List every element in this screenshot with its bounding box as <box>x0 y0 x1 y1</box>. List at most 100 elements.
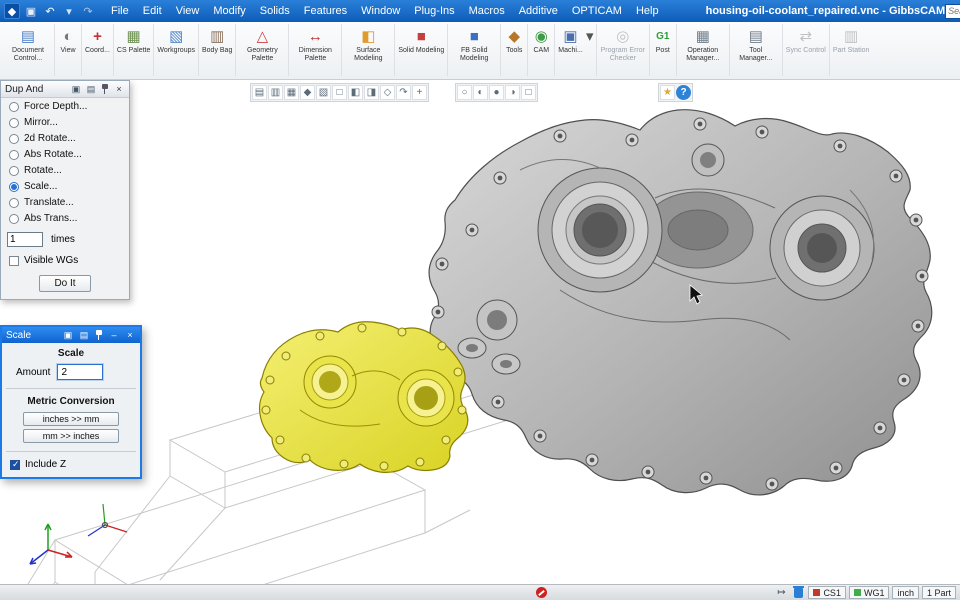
view-button[interactable]: ◐ View <box>56 25 80 56</box>
radio-icon[interactable] <box>9 150 19 160</box>
solid-modeling-button[interactable]: ■ Solid Modeling <box>396 25 446 56</box>
gray-housing-part[interactable] <box>429 110 932 495</box>
tool-manager-button[interactable]: ▤ Tool Manager... <box>731 25 781 65</box>
visible-wgs-row[interactable]: Visible WGs <box>1 249 129 268</box>
menu-help[interactable]: Help <box>629 5 666 17</box>
surface-modeling-button[interactable]: ◧ Surface Modeling <box>343 25 393 65</box>
menu-edit[interactable]: Edit <box>136 5 169 17</box>
radio-icon[interactable] <box>9 134 19 144</box>
transparent-display-icon[interactable]: ◑ <box>505 85 520 100</box>
cs-plane-yz-icon[interactable]: ◨ <box>364 85 379 100</box>
dimension-palette-button[interactable]: ↔ Dimension Palette <box>290 25 340 65</box>
radio-icon[interactable] <box>9 118 19 128</box>
visible-wgs-checkbox[interactable] <box>9 256 19 266</box>
float-window-icon[interactable]: ▣ <box>62 329 74 341</box>
shaded-display-icon[interactable]: ● <box>489 85 504 100</box>
float-window-icon[interactable]: ▣ <box>70 83 82 95</box>
machining-button[interactable]: ▣ Machi... <box>556 25 585 56</box>
undo-history-caret-icon[interactable]: ▾ <box>61 3 77 19</box>
search-box[interactable] <box>945 4 960 19</box>
workgroups-button[interactable]: ▧ Workgroups <box>155 25 197 56</box>
wireframe-display-icon[interactable]: ○ <box>457 85 472 100</box>
menu-window[interactable]: Window <box>354 5 407 17</box>
menu-view[interactable]: View <box>169 5 207 17</box>
menu-modify[interactable]: Modify <box>206 5 252 17</box>
menu-additive[interactable]: Additive <box>512 5 565 17</box>
program-error-checker-button[interactable]: ◎ Program Error Checker <box>598 25 648 65</box>
hidden-line-display-icon[interactable]: ◐ <box>473 85 488 100</box>
sync-control-button[interactable]: ⇄ Sync Control <box>784 25 828 56</box>
mm-to-inches-button[interactable]: mm >> inches <box>23 429 119 443</box>
view-top-icon[interactable]: ▤ <box>252 85 267 100</box>
menu-opticam[interactable]: OPTICAM <box>565 5 629 17</box>
tools-button[interactable]: ◆ Tools <box>502 25 526 56</box>
dock-window-icon[interactable]: ▤ <box>78 329 90 341</box>
radio-icon[interactable] <box>9 214 19 224</box>
post-button[interactable]: G1 Post <box>651 25 675 56</box>
coord-button[interactable]: + Coord... <box>83 25 112 56</box>
view-right-icon[interactable]: ▦ <box>284 85 299 100</box>
fb-solid-modeling-button[interactable]: ■ FB Solid Modeling <box>449 25 499 65</box>
menu-features[interactable]: Features <box>297 5 354 17</box>
operation-manager-button[interactable]: ▦ Operation Manager... <box>678 25 728 65</box>
cs-plane-xy-icon[interactable]: □ <box>332 85 347 100</box>
undo-icon[interactable]: ↶ <box>42 3 58 19</box>
do-it-button[interactable]: Do It <box>39 275 90 292</box>
dup-and-palette-titlebar[interactable]: Dup And ▣ ▤ × <box>1 81 129 98</box>
cam-button[interactable]: ◉ CAM <box>529 25 553 56</box>
option-2d-rotate[interactable]: 2d Rotate... <box>1 130 129 146</box>
body-bag-button[interactable]: ▥ Body Bag <box>200 25 234 56</box>
option-abs-trans[interactable]: Abs Trans... <box>1 210 129 226</box>
tips-icon[interactable]: ★ <box>660 85 675 100</box>
wg-indicator[interactable]: WG1 <box>849 586 890 599</box>
cs-indicator[interactable]: CS1 <box>808 586 846 599</box>
document-control-button[interactable]: ▤ Document Control... <box>3 25 53 65</box>
unit-indicator[interactable]: inch <box>892 586 919 599</box>
view-back-icon[interactable]: ▧ <box>316 85 331 100</box>
option-rotate[interactable]: Rotate... <box>1 162 129 178</box>
cs-palette-button[interactable]: ▦ CS Palette <box>115 25 152 56</box>
option-translate[interactable]: Translate... <box>1 194 129 210</box>
amount-input[interactable] <box>57 364 103 380</box>
menu-plugins[interactable]: Plug-Ins <box>407 5 461 17</box>
menu-file[interactable]: File <box>104 5 136 17</box>
align-view-to-cs-icon[interactable]: ◇ <box>380 85 395 100</box>
cs-plane-xz-icon[interactable]: ◧ <box>348 85 363 100</box>
include-z-checkbox[interactable] <box>10 460 20 470</box>
part-count-indicator[interactable]: 1 Part <box>922 586 956 599</box>
trash-icon[interactable] <box>791 586 805 599</box>
dock-window-icon[interactable]: ▤ <box>85 83 97 95</box>
facet-display-icon[interactable]: □ <box>521 85 536 100</box>
part-station-button[interactable]: ▥ Part Station <box>831 25 872 56</box>
radio-icon[interactable] <box>9 102 19 112</box>
radio-selected-icon[interactable] <box>9 182 19 192</box>
option-force-depth[interactable]: Force Depth... <box>1 98 129 114</box>
menu-macros[interactable]: Macros <box>462 5 512 17</box>
close-icon[interactable]: × <box>124 329 136 341</box>
machining-dropdown[interactable]: ▾ <box>585 25 595 47</box>
close-icon[interactable]: × <box>113 83 125 95</box>
help-icon[interactable]: ? <box>676 85 691 100</box>
option-mirror[interactable]: Mirror... <box>1 114 129 130</box>
search-input[interactable] <box>948 6 960 16</box>
option-abs-rotate[interactable]: Abs Rotate... <box>1 146 129 162</box>
option-scale[interactable]: Scale... <box>1 178 129 194</box>
view-iso-icon[interactable]: ◆ <box>300 85 315 100</box>
minimize-icon[interactable]: – <box>108 329 120 341</box>
redo-icon[interactable]: ↷ <box>80 3 96 19</box>
radio-icon[interactable] <box>9 166 19 176</box>
zoom-fit-icon[interactable]: + <box>412 85 427 100</box>
yellow-scaled-part[interactable] <box>260 322 468 473</box>
include-z-row[interactable]: Include Z <box>2 454 140 477</box>
radio-icon[interactable] <box>9 198 19 208</box>
scale-palette-titlebar[interactable]: Scale ▣ ▤ – × <box>2 327 140 343</box>
app-icon[interactable]: ◆ <box>4 3 20 19</box>
menu-solids[interactable]: Solids <box>253 5 297 17</box>
rotate-view-icon[interactable]: ↷ <box>396 85 411 100</box>
viewport-canvas[interactable] <box>0 80 960 584</box>
times-input[interactable] <box>7 232 43 247</box>
save-icon[interactable]: ▣ <box>23 3 39 19</box>
view-front-icon[interactable]: ▥ <box>268 85 283 100</box>
inches-to-mm-button[interactable]: inches >> mm <box>23 412 119 426</box>
pin-icon[interactable] <box>100 83 110 95</box>
